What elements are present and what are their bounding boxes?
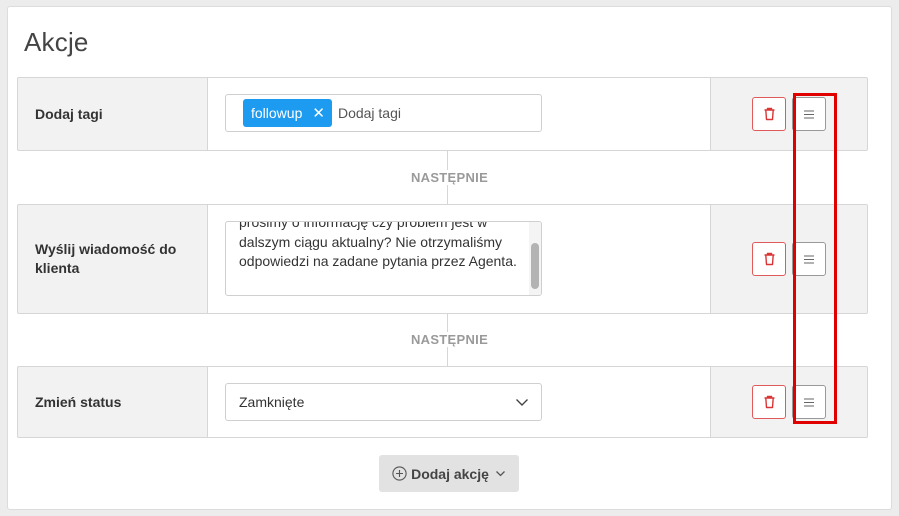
message-textarea[interactable]: prosimy o informację czy problem jest w … <box>225 221 542 296</box>
drag-handle-icon <box>804 398 814 406</box>
chevron-down-icon <box>495 468 506 479</box>
message-text: prosimy o informację czy problem jest w … <box>239 221 517 269</box>
action-label: Zmień status <box>35 393 122 410</box>
action-body: followup ✕ Dodaj tagi <box>207 78 711 150</box>
trash-icon <box>764 252 774 266</box>
tag-chip-label: followup <box>251 105 303 121</box>
action-label: Dodaj tagi <box>35 105 103 122</box>
delete-action-button[interactable] <box>752 97 786 131</box>
add-action-button[interactable]: Dodaj akcję <box>379 455 519 492</box>
add-action-label: Dodaj akcję <box>411 465 489 482</box>
drag-action-button[interactable] <box>792 97 826 131</box>
next-label: NASTĘPNIE <box>0 332 899 347</box>
plus-circle-icon <box>392 466 407 481</box>
drag-handle-icon <box>804 110 814 118</box>
action-row-send-message: Wyślij wiadomość do klienta prosimy o in… <box>17 204 868 314</box>
row-controls <box>711 78 867 150</box>
section-title: Akcje <box>24 27 89 57</box>
action-body: prosimy o informację czy problem jest w … <box>207 205 711 313</box>
trash-icon <box>764 107 774 121</box>
status-select[interactable]: Zamknięte <box>225 383 542 421</box>
next-label: NASTĘPNIE <box>0 170 899 185</box>
next-label-text: NASTĘPNIE <box>406 170 493 185</box>
action-label: Wyślij wiadomość do klienta <box>35 241 177 276</box>
chevron-down-icon <box>516 399 528 406</box>
trash-icon <box>764 395 774 409</box>
remove-tag-icon[interactable]: ✕ <box>312 104 325 122</box>
drag-action-button[interactable] <box>792 242 826 276</box>
row-controls <box>711 205 867 313</box>
tags-input[interactable]: followup ✕ Dodaj tagi <box>225 94 542 132</box>
drag-handle-icon <box>804 255 814 263</box>
delete-action-button[interactable] <box>752 385 786 419</box>
tag-chip: followup ✕ <box>243 99 332 127</box>
row-controls <box>711 367 867 437</box>
drag-action-button[interactable] <box>792 385 826 419</box>
next-label-text: NASTĘPNIE <box>406 332 493 347</box>
action-row-change-status: Zmień status Zamknięte <box>17 366 868 438</box>
action-row-add-tags: Dodaj tagi followup ✕ Dodaj tagi <box>17 77 868 151</box>
delete-action-button[interactable] <box>752 242 786 276</box>
tags-placeholder[interactable]: Dodaj tagi <box>338 105 401 121</box>
action-body: Zamknięte <box>207 367 711 437</box>
status-selected-value: Zamknięte <box>239 394 305 410</box>
scrollbar-thumb[interactable] <box>531 243 539 289</box>
textarea-scrollbar[interactable] <box>529 222 541 295</box>
